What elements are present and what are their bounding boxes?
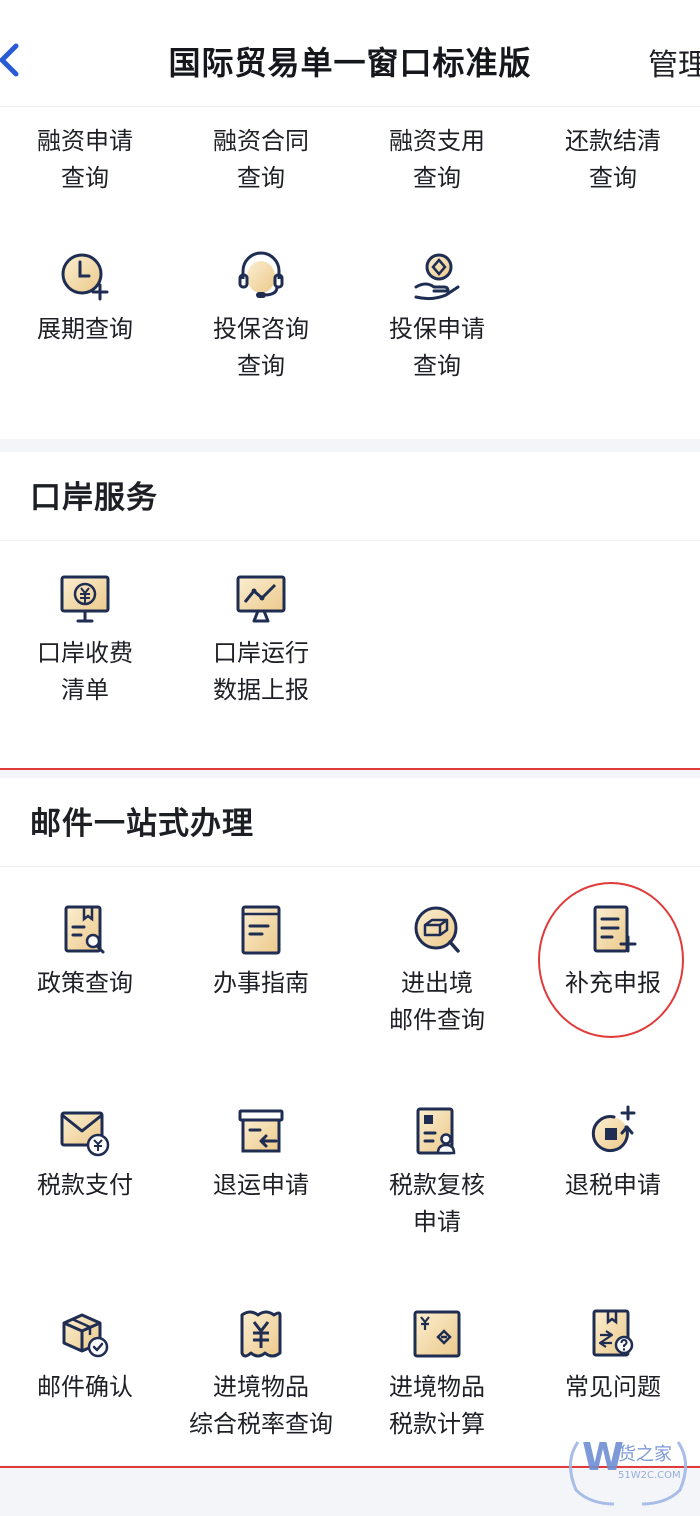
item-label: 查询 [237, 352, 285, 380]
watermark-domain: 51W2C.COM [618, 1470, 681, 1481]
item-label: 退运申请 [213, 1171, 309, 1199]
item-label: 数据上报 [213, 676, 309, 704]
faq[interactable]: 常见问题 [525, 1305, 700, 1406]
return-shipment-application[interactable]: 退运申请 [173, 1103, 349, 1204]
insurance-application-query[interactable]: 投保申请 查询 [349, 247, 525, 385]
mail-one-stop-header: 邮件一站式办理 [0, 778, 700, 867]
financing-drawdown-query[interactable]: 融资支用 查询 [349, 123, 525, 197]
mail-confirmation[interactable]: 邮件确认 [0, 1305, 173, 1406]
calculator-yuan-icon [413, 1310, 461, 1358]
item-label: 查询 [237, 164, 285, 192]
tax-refund-application[interactable]: 退税申请 [525, 1103, 700, 1204]
service-guide[interactable]: 办事指南 [173, 901, 349, 1002]
tax-refund-cycle-icon [591, 1105, 636, 1153]
annotation-circle [538, 882, 684, 1038]
item-label: 查询 [413, 164, 461, 192]
policy-query[interactable]: 政策查询 [0, 901, 173, 1002]
item-label: 常见问题 [565, 1373, 661, 1401]
port-services-header: 口岸服务 [0, 452, 700, 541]
item-label: 政策查询 [37, 969, 133, 997]
manage-button[interactable]: 管理 [648, 40, 700, 84]
item-label: 查询 [61, 164, 109, 192]
item-label: 税款复核 [389, 1171, 485, 1199]
item-label: 申请 [413, 1208, 461, 1236]
item-label: 融资合同 [213, 127, 309, 155]
item-label: 口岸收费 [37, 639, 133, 667]
finance-section: 融资申请 查询 融资合同 查询 融资支用 查询 还款结清 查询 展期查询 投保咨询 查询 [0, 107, 700, 439]
item-label: 税款支付 [37, 1171, 133, 1199]
item-label: 投保咨询 [213, 315, 309, 343]
monitor-yuan-icon [60, 575, 110, 623]
item-label: 邮件确认 [37, 1373, 133, 1401]
tax-payment[interactable]: 税款支付 [0, 1103, 173, 1204]
inbound-goods-tax-calculation[interactable]: 进境物品 税款计算 [349, 1305, 525, 1443]
item-label: 邮件查询 [389, 1006, 485, 1034]
page-title: 国际贸易单一窗口标准版 [168, 44, 532, 82]
clock-plus-icon [61, 253, 109, 301]
repayment-settlement-query[interactable]: 还款结清 查询 [525, 123, 700, 197]
envelope-yuan-icon [60, 1111, 110, 1157]
tax-review-application[interactable]: 税款复核 申请 [349, 1103, 525, 1241]
inbound-goods-tax-rate-query[interactable]: 进境物品综合税率查询 [173, 1305, 349, 1443]
item-label: 退税申请 [565, 1171, 661, 1199]
box-return-icon [238, 1109, 284, 1153]
financing-contract-query[interactable]: 融资合同 查询 [173, 123, 349, 197]
item-label: 进境物品 [389, 1373, 485, 1401]
inbound-outbound-mail-query[interactable]: 进出境 邮件查询 [349, 901, 525, 1039]
item-label: 查询 [589, 164, 637, 192]
extension-query[interactable]: 展期查询 [0, 247, 173, 348]
financing-application-query[interactable]: 融资申请 查询 [0, 123, 173, 197]
item-label: 查询 [413, 352, 461, 380]
item-label: 综合税率查询 [189, 1410, 333, 1438]
item-label: 清单 [61, 676, 109, 704]
receipt-yuan-icon [240, 1310, 282, 1358]
watermark-logo: W 货之家 51W2C.COM [569, 1435, 687, 1506]
item-label: 进出境 [401, 969, 473, 997]
item-label: 融资申请 [37, 127, 133, 155]
watermark-brand: 货之家 [618, 1444, 672, 1465]
document-search-icon [64, 905, 105, 954]
annotation-line [0, 768, 700, 770]
item-label: 展期查询 [37, 315, 133, 343]
item-label: 融资支用 [389, 127, 485, 155]
insurance-consult-query[interactable]: 投保咨询 查询 [173, 247, 349, 385]
item-label: 办事指南 [213, 969, 309, 997]
item-label: 投保申请 [389, 315, 485, 343]
monitor-chart-icon [236, 575, 286, 623]
package-check-icon [62, 1313, 109, 1358]
item-label: 还款结清 [565, 127, 661, 155]
port-services-section: 口岸收费清单 口岸运行数据上报 [0, 541, 700, 768]
top-bar: 国际贸易单一窗口标准版 管理 [0, 0, 700, 107]
port-fee-list[interactable]: 口岸收费 清单 [0, 571, 173, 709]
hand-diamond-icon [414, 253, 460, 301]
section-title: 口岸服务 [30, 480, 158, 516]
book-icon [241, 905, 281, 955]
headset-icon [238, 251, 284, 298]
item-label: 进境物品 [213, 1373, 309, 1401]
tax-document-user-icon [416, 1107, 456, 1155]
item-label: 口岸运行 [213, 639, 309, 667]
port-operation-data-report[interactable]: 口岸运行 数据上报 [173, 571, 349, 709]
book-question-icon [592, 1309, 634, 1357]
section-title: 邮件一站式办理 [30, 806, 254, 842]
item-label: 税款计算 [389, 1410, 485, 1438]
parcel-search-icon [414, 906, 460, 953]
